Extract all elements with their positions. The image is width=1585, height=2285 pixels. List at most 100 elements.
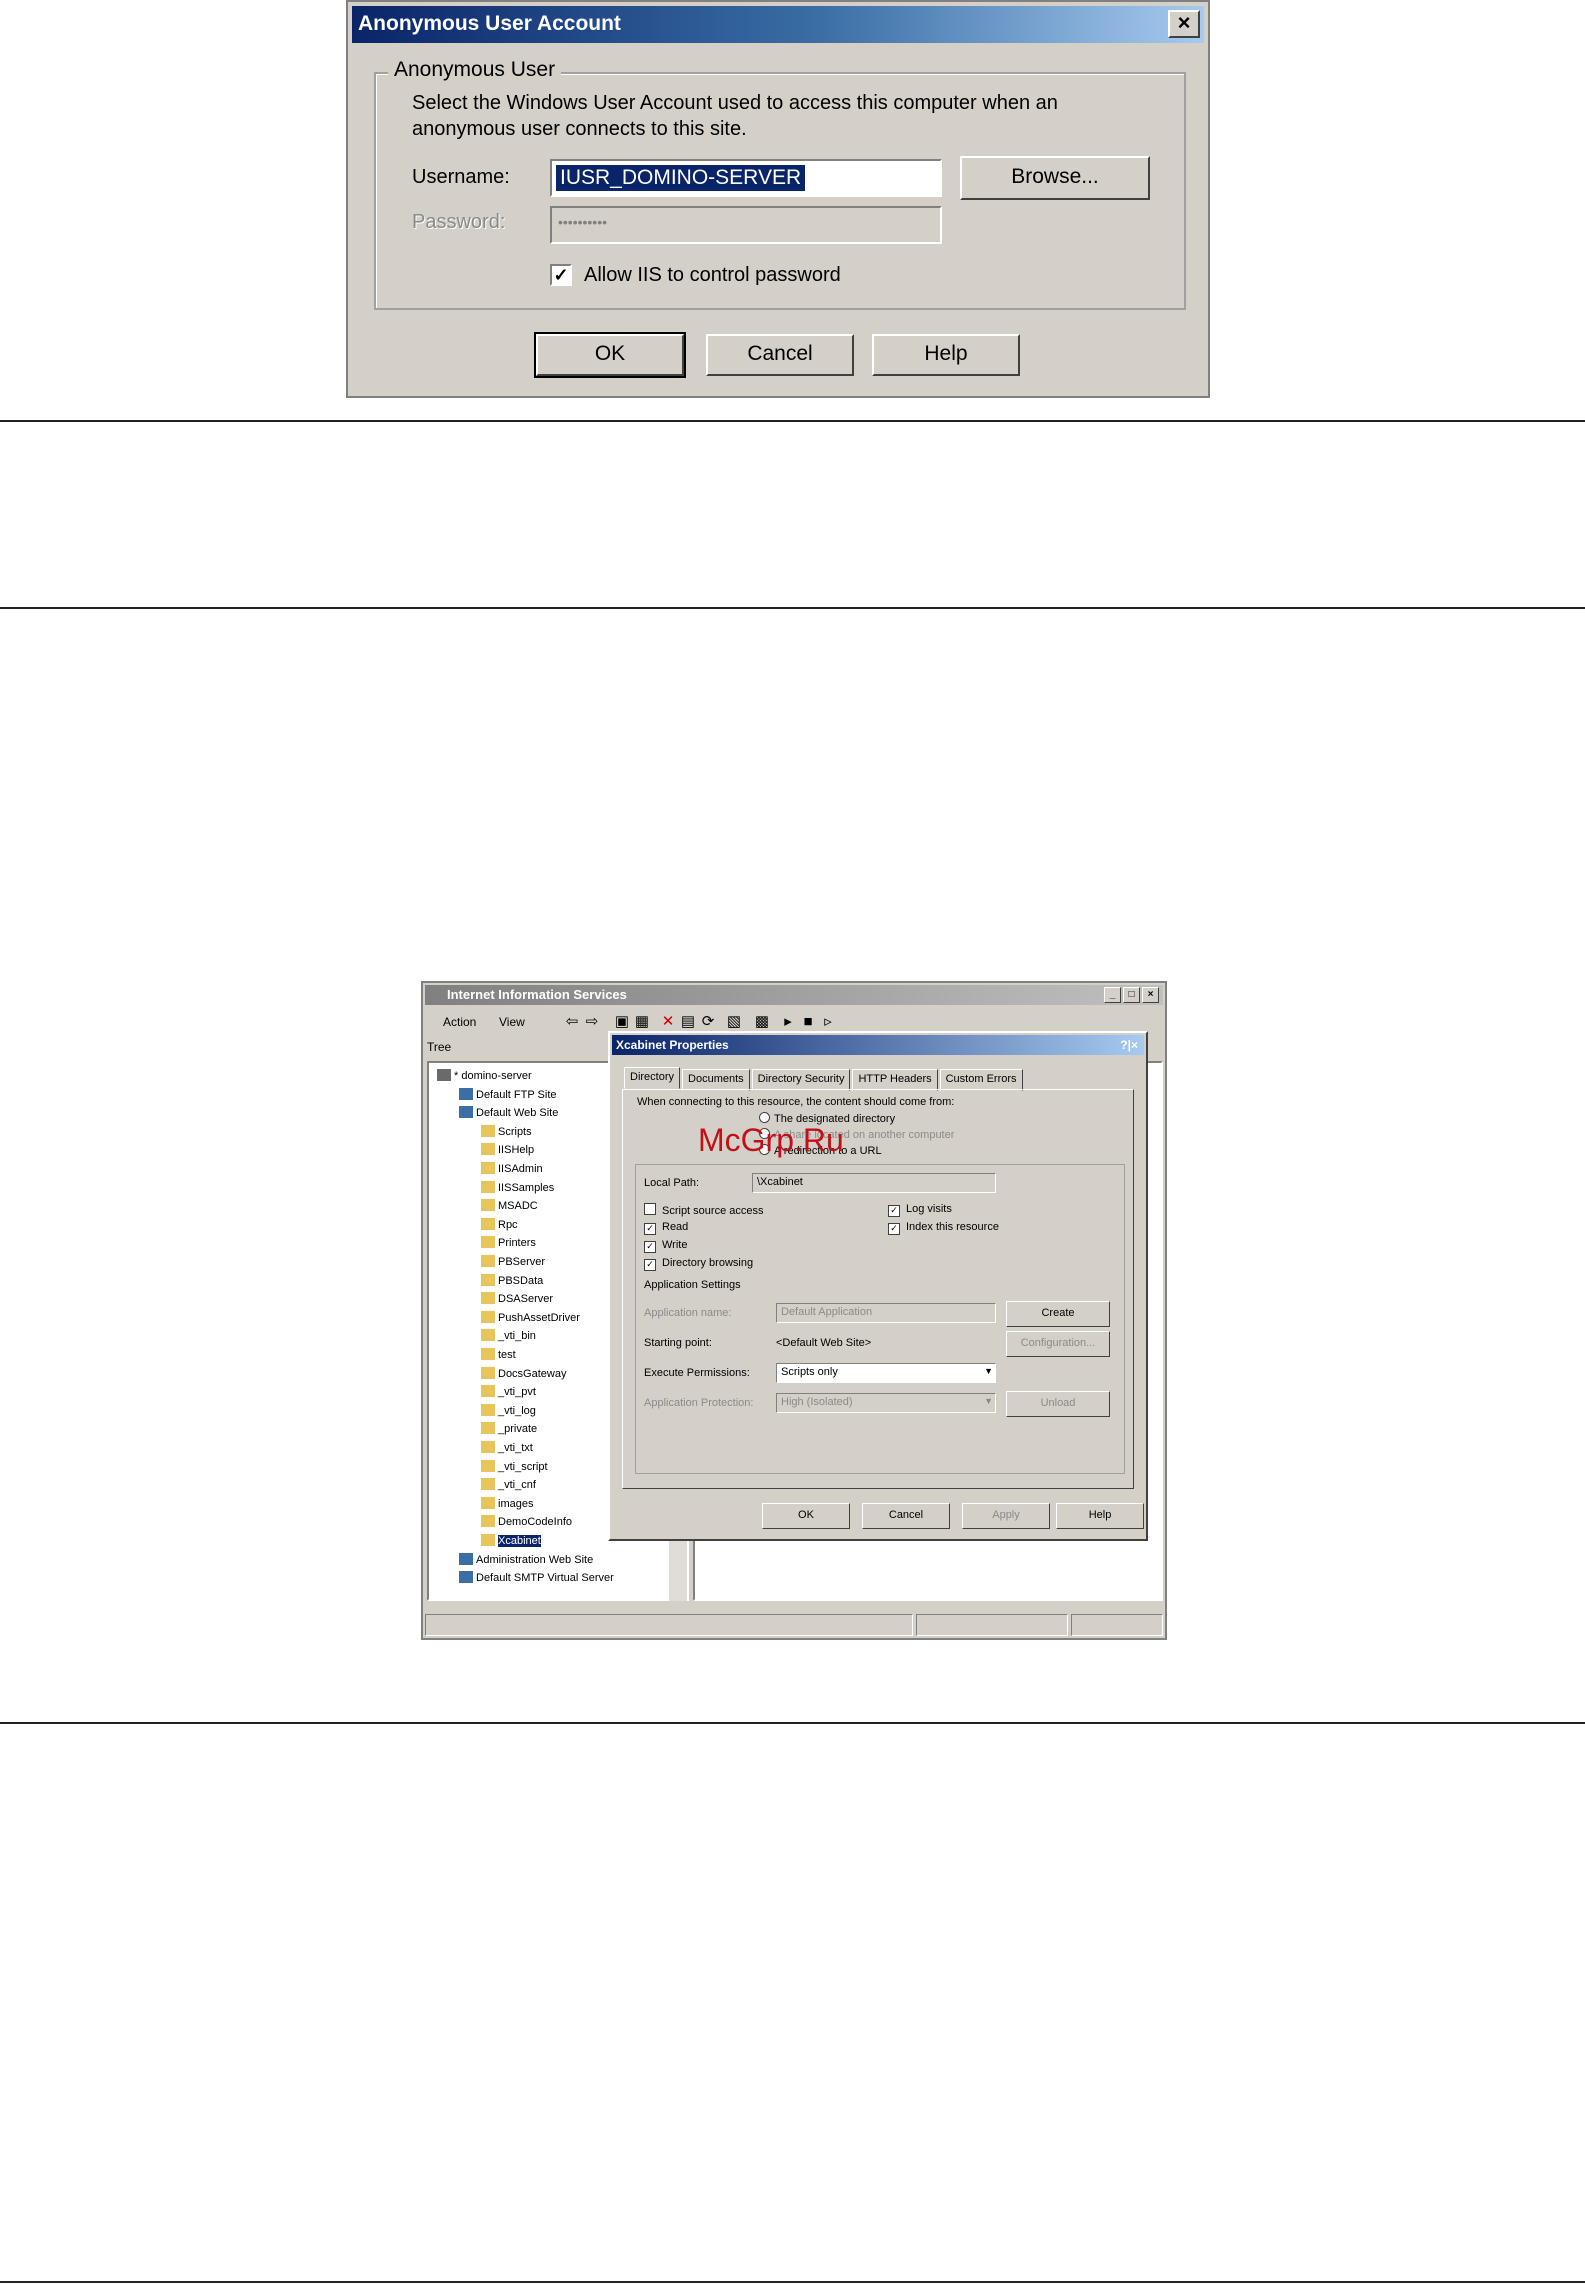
tab-documents[interactable]: Documents: [682, 1069, 750, 1091]
index-resource-checkbox[interactable]: ✓ Index this resource: [888, 1221, 999, 1235]
anonymous-user-dialog: Anonymous User Account × Anonymous User …: [346, 0, 1210, 398]
tree-item-label: _vti_log: [498, 1404, 536, 1417]
tree-item[interactable]: _vti_script: [481, 1459, 548, 1473]
folder-icon: [481, 1385, 495, 1398]
tree-item[interactable]: PBServer: [481, 1255, 545, 1268]
checkbox-label: Log visits: [906, 1203, 952, 1215]
forward-icon[interactable]: ⇨: [583, 1013, 601, 1031]
username-field[interactable]: IUSR_DOMINO-SERVER: [550, 159, 942, 197]
tree-item[interactable]: * domino-server: [437, 1069, 532, 1082]
minimize-icon[interactable]: _: [1104, 987, 1121, 1003]
tree-item[interactable]: MSADC: [481, 1199, 538, 1212]
tree-item-label: images: [498, 1497, 534, 1510]
log-visits-checkbox[interactable]: ✓ Log visits: [888, 1203, 952, 1217]
app-name-field[interactable]: Default Application: [776, 1303, 996, 1323]
tree-item[interactable]: PushAssetDriver: [481, 1310, 580, 1324]
write-checkbox[interactable]: ✓ Write: [644, 1239, 687, 1253]
tree-item[interactable]: _vti_pvt: [481, 1385, 536, 1398]
tab-custom-errors[interactable]: Custom Errors: [939, 1069, 1023, 1091]
dialog-title: Anonymous User Account: [358, 12, 621, 35]
tree-item[interactable]: images: [481, 1496, 534, 1510]
read-checkbox[interactable]: ✓ Read: [644, 1221, 688, 1235]
tree-item[interactable]: _vti_bin: [481, 1329, 536, 1342]
close-icon[interactable]: ×: [1142, 987, 1159, 1003]
tab-directory-security[interactable]: Directory Security: [751, 1069, 851, 1091]
allow-iis-checkbox[interactable]: ✓: [550, 264, 572, 286]
tree-item[interactable]: DSAServer: [481, 1292, 553, 1305]
stop-icon[interactable]: ■: [799, 1013, 817, 1031]
props-cancel-button[interactable]: Cancel: [862, 1503, 950, 1529]
checkbox-icon: ✓: [644, 1223, 656, 1235]
tree-item[interactable]: Xcabinet: [481, 1534, 541, 1547]
pause-icon[interactable]: ▹: [819, 1013, 837, 1031]
tree-item-label: test: [498, 1349, 516, 1361]
create-button[interactable]: Create: [1006, 1301, 1110, 1327]
back-icon[interactable]: ⇦: [563, 1013, 581, 1031]
tree-item[interactable]: IISSamples: [481, 1180, 554, 1194]
execute-permissions-select[interactable]: Scripts only ▼: [776, 1363, 996, 1383]
chevron-down-icon[interactable]: ▼: [984, 1366, 993, 1376]
tree-item-label: Default FTP Site: [476, 1088, 557, 1101]
intro-text: When connecting to this resource, the co…: [637, 1096, 955, 1108]
folder-icon: [481, 1422, 495, 1435]
tree-item[interactable]: Rpc: [481, 1217, 518, 1231]
tree-item[interactable]: Printers: [481, 1236, 536, 1249]
checkbox-icon: ✓: [644, 1259, 656, 1271]
maximize-icon[interactable]: □: [1123, 987, 1140, 1003]
separator-line: [0, 420, 1585, 422]
configuration-button[interactable]: Configuration...: [1006, 1331, 1110, 1357]
folder-icon: [481, 1273, 495, 1286]
tab-directory[interactable]: Directory: [624, 1067, 681, 1089]
refresh-icon[interactable]: ⟳: [699, 1013, 717, 1031]
app-protection-select[interactable]: High (Isolated) ▼: [776, 1393, 996, 1413]
delete-icon[interactable]: ✕: [659, 1013, 677, 1031]
tree-item[interactable]: _vti_txt: [481, 1441, 533, 1454]
props-ok-button[interactable]: OK: [762, 1503, 850, 1529]
folder-icon: [481, 1329, 495, 1342]
tree-item[interactable]: IISAdmin: [481, 1162, 543, 1175]
tree-item[interactable]: DemoCodeInfo: [481, 1515, 572, 1528]
script-source-checkbox[interactable]: Script source access: [644, 1203, 763, 1217]
tree-item[interactable]: Administration Web Site: [459, 1552, 593, 1566]
directory-browsing-checkbox[interactable]: ✓ Directory browsing: [644, 1257, 753, 1271]
unload-button[interactable]: Unload: [1006, 1391, 1110, 1417]
chevron-down-icon[interactable]: ▼: [984, 1396, 993, 1406]
tree-item[interactable]: DocsGateway: [481, 1366, 566, 1380]
execute-permissions-label: Execute Permissions:: [644, 1367, 750, 1379]
tree-item[interactable]: Default FTP Site: [459, 1087, 557, 1101]
tree-item[interactable]: _vti_cnf: [481, 1478, 536, 1491]
tree-item-label: PBSData: [498, 1274, 544, 1287]
grid-icon[interactable]: ▦: [633, 1013, 651, 1031]
local-path-field[interactable]: \Xcabinet: [752, 1173, 996, 1193]
tree-item[interactable]: _vti_log: [481, 1403, 536, 1417]
status-bar: [425, 1614, 1163, 1636]
tree-item[interactable]: _private: [481, 1422, 537, 1435]
tree-item-label: _vti_txt: [498, 1442, 533, 1454]
menu-action[interactable]: Action: [443, 1015, 476, 1029]
export-icon[interactable]: ▧: [725, 1013, 743, 1031]
props-apply-button[interactable]: Apply: [962, 1503, 1050, 1529]
menu-view[interactable]: View: [499, 1015, 525, 1029]
props-help-button[interactable]: Help: [1056, 1503, 1144, 1529]
password-field[interactable]: ••••••••••: [550, 206, 942, 244]
tree-item[interactable]: Default Web Site: [459, 1106, 558, 1119]
help-close-icon[interactable]: ?|×: [1120, 1038, 1138, 1052]
tree-item[interactable]: test: [481, 1348, 516, 1361]
play-icon[interactable]: ▸: [779, 1013, 797, 1031]
tree-tab[interactable]: Tree: [427, 1040, 451, 1054]
tree-item[interactable]: PBSData: [481, 1273, 544, 1287]
status-cell: [916, 1614, 1068, 1636]
folder-icon[interactable]: ▣: [613, 1013, 631, 1031]
tree-item[interactable]: Scripts: [481, 1124, 532, 1138]
tree-item[interactable]: Default SMTP Virtual Server: [459, 1571, 614, 1584]
tab-http-headers[interactable]: HTTP Headers: [852, 1069, 938, 1091]
help-button[interactable]: Help: [872, 334, 1020, 376]
browse-button[interactable]: Browse...: [960, 156, 1150, 200]
properties-icon[interactable]: ▤: [679, 1013, 697, 1031]
ok-button[interactable]: OK: [534, 332, 686, 378]
close-icon[interactable]: ×: [1168, 10, 1200, 38]
tree-item[interactable]: IISHelp: [481, 1143, 534, 1156]
computer-icon[interactable]: ▩: [753, 1013, 771, 1031]
cancel-button[interactable]: Cancel: [706, 334, 854, 376]
starting-point-value: <Default Web Site>: [776, 1337, 872, 1349]
